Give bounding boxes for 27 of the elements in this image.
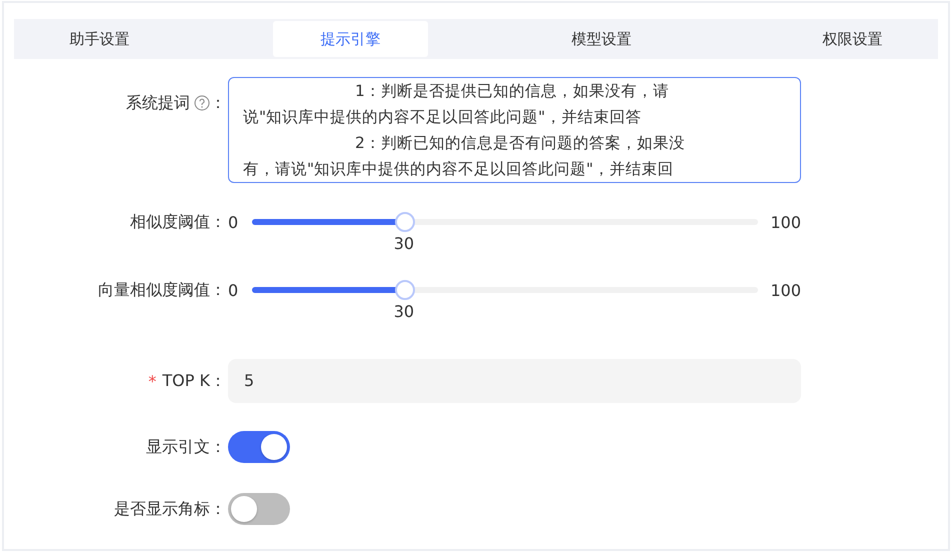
slider-max: 100 xyxy=(770,212,801,232)
label-colon: ： xyxy=(210,92,226,114)
slider-value: 30 xyxy=(394,234,414,253)
field-label: TOP K： xyxy=(162,370,226,392)
slider-value: 30 xyxy=(394,302,414,321)
field-label: 系统提词 xyxy=(126,92,190,114)
slider-min: 0 xyxy=(228,212,240,232)
slider[interactable] xyxy=(252,212,758,232)
prompt-textarea[interactable]: 1：判断是否提供已知的信息，如果没有，请 说"知识库中提供的内容不足以回答此问题"，并结束回答 2：判断已知的信息是否有问题的答案，如果没 有，请说"知识库中提供的内容不足以回答此问题"，并结束回 xyxy=(228,77,801,183)
required-mark: * xyxy=(148,372,156,390)
tab[interactable]: 权限设置 xyxy=(775,21,930,57)
field-label: 是否显示角标： xyxy=(114,498,226,520)
slider-handle[interactable] xyxy=(394,280,415,300)
field-label: 向量相似度阈值： xyxy=(98,280,226,300)
toggle-switch[interactable] xyxy=(228,431,290,463)
toggle-switch[interactable] xyxy=(228,493,290,525)
field-label: 相似度阈值： xyxy=(130,212,226,232)
tab[interactable]: 模型设置 xyxy=(524,21,679,57)
field-label: 显示引文： xyxy=(146,436,226,458)
slider-min: 0 xyxy=(228,280,240,300)
slider[interactable] xyxy=(252,280,758,300)
slider-max: 100 xyxy=(770,280,801,300)
input-field[interactable]: 5 xyxy=(228,359,801,403)
tab[interactable]: 助手设置 xyxy=(22,21,177,57)
tab[interactable]: 提示引擎 xyxy=(273,21,428,57)
help-icon[interactable] xyxy=(194,95,210,111)
slider-handle[interactable] xyxy=(394,212,415,232)
